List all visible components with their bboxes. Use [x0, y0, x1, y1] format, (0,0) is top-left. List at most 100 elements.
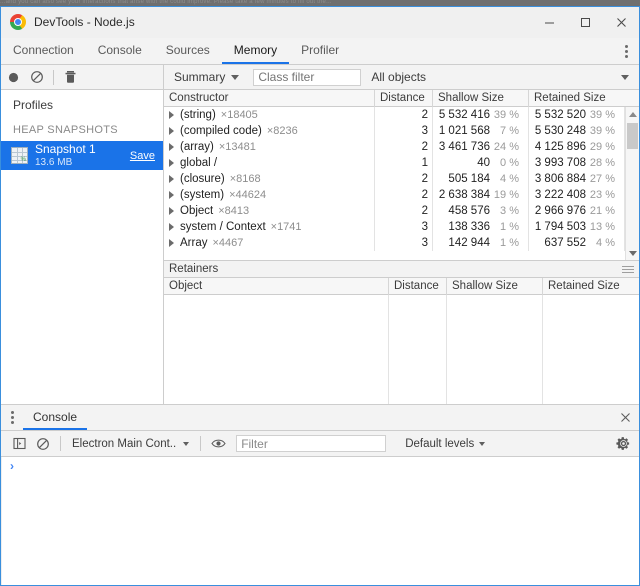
live-expression-button[interactable] [206, 432, 230, 456]
cell-distance: 3 [375, 235, 433, 251]
console-sidebar-toggle-button[interactable] [7, 432, 31, 456]
save-snapshot-link[interactable]: Save [130, 150, 155, 162]
console-filter-placeholder: Filter [241, 437, 268, 451]
cell-constructor[interactable]: system / Context×1741 [164, 219, 375, 235]
clear-button[interactable] [25, 65, 49, 89]
table-row[interactable]: (string)×1840525 532 41639 %5 532 52039 … [164, 107, 625, 123]
more-options-button[interactable] [613, 38, 639, 64]
table-row[interactable]: system / Context×17413138 3361 %1 794 50… [164, 219, 625, 235]
constructors-header-row: Constructor Distance Shallow Size Retain… [164, 90, 639, 107]
console-context-select[interactable]: Electron Main Cont.. [66, 434, 195, 453]
cell-constructor[interactable]: (string)×18405 [164, 107, 375, 123]
cell-constructor[interactable]: (system)×44624 [164, 187, 375, 203]
console-levels-select[interactable]: Default levels [400, 434, 490, 453]
tab-connection[interactable]: Connection [1, 38, 86, 64]
expand-triangle-icon[interactable] [169, 223, 174, 231]
tab-profiler[interactable]: Profiler [289, 38, 351, 64]
minimize-button[interactable] [531, 7, 567, 37]
snapshot-list-item[interactable]: % Snapshot 1 13.6 MB Save [1, 141, 163, 170]
column-header-constructor[interactable]: Constructor [164, 90, 375, 107]
column-header-retained-size[interactable]: Retained Size [529, 90, 625, 107]
shallow-percent: 1 % [490, 221, 524, 233]
table-row[interactable]: Object×84132458 5763 %2 966 97621 % [164, 203, 625, 219]
shallow-value: 505 184 [448, 173, 490, 185]
scroll-down-button[interactable] [626, 246, 640, 260]
tab-label: Memory [234, 43, 277, 57]
constructors-scrollbar[interactable] [625, 107, 639, 260]
constructor-name: Object [180, 205, 213, 217]
close-button[interactable] [603, 7, 639, 37]
drawer-more-options-button[interactable] [1, 405, 23, 430]
console-output[interactable]: › [1, 457, 639, 585]
column-header-retained-size[interactable]: Retained Size [543, 278, 639, 295]
expand-triangle-icon[interactable] [169, 111, 174, 119]
cell-shallow-size: 142 9441 % [433, 235, 529, 251]
tab-console[interactable]: Console [86, 38, 154, 64]
column-header-shallow-size[interactable]: Shallow Size [447, 278, 543, 295]
maximize-button[interactable] [567, 7, 603, 37]
console-context-value: Electron Main Cont.. [72, 438, 176, 450]
tab-sources[interactable]: Sources [154, 38, 222, 64]
constructor-name: (array) [180, 141, 214, 153]
cell-distance: 3 [375, 123, 433, 139]
console-settings-button[interactable] [612, 436, 634, 451]
window-title: DevTools - Node.js [34, 15, 135, 29]
constructor-name: (closure) [180, 173, 225, 185]
table-row[interactable]: (array)×1348123 461 73624 %4 125 89629 % [164, 139, 625, 155]
expand-triangle-icon[interactable] [169, 175, 174, 183]
constructors-rows-viewport: (string)×1840525 532 41639 %5 532 52039 … [164, 107, 639, 260]
drawer-close-button[interactable] [611, 405, 639, 430]
more-options-icon [625, 45, 628, 58]
console-clear-button[interactable] [31, 432, 55, 456]
cell-constructor[interactable]: (array) ×13481 [164, 139, 375, 155]
table-row[interactable]: global /1400 %3 993 70828 % [164, 155, 625, 171]
record-button[interactable] [1, 65, 25, 89]
profiles-sidebar: Profiles HEAP SNAPSHOTS % Snapshot 1 13.… [1, 90, 164, 404]
shallow-percent: 4 % [490, 173, 524, 185]
table-row[interactable]: (system)×4462422 638 38419 %3 222 40823 … [164, 187, 625, 203]
cell-constructor[interactable]: Object×8413 [164, 203, 375, 219]
expand-triangle-icon[interactable] [169, 159, 174, 167]
retained-value: 4 125 896 [535, 141, 586, 153]
table-row[interactable]: Array×44673142 9441 %637 5524 % [164, 235, 625, 251]
retainers-grid: Object Distance Shallow Size Retained Si… [164, 278, 639, 404]
constructor-count: ×4467 [212, 237, 243, 249]
view-select[interactable]: Summary [168, 68, 245, 87]
retained-percent: 4 % [586, 237, 620, 249]
scroll-up-button[interactable] [626, 107, 640, 121]
column-header-object[interactable]: Object [164, 278, 389, 295]
column-header-shallow-size[interactable]: Shallow Size [433, 90, 529, 107]
tab-memory[interactable]: Memory [222, 38, 289, 64]
column-header-distance[interactable]: Distance [389, 278, 447, 295]
delete-snapshot-button[interactable] [58, 65, 82, 89]
console-filter-input[interactable]: Filter [236, 435, 386, 452]
cell-constructor[interactable]: (compiled code)×8236 [164, 123, 375, 139]
retained-value: 5 532 520 [535, 109, 586, 121]
expand-triangle-icon[interactable] [169, 143, 174, 151]
cell-constructor[interactable]: global / [164, 155, 375, 171]
distance-value: 3 [422, 237, 428, 249]
class-filter-input[interactable]: Class filter [253, 69, 361, 86]
scrollbar-thumb[interactable] [627, 123, 638, 149]
expand-triangle-icon[interactable] [169, 191, 174, 199]
expand-triangle-icon[interactable] [169, 207, 174, 215]
retainers-rows [164, 295, 639, 404]
cell-constructor[interactable]: Array×4467 [164, 235, 375, 251]
expand-triangle-icon[interactable] [169, 239, 174, 247]
drawer-tab-console[interactable]: Console [23, 405, 87, 430]
expand-triangle-icon[interactable] [169, 127, 174, 135]
tab-label: Sources [166, 43, 210, 57]
column-header-distance[interactable]: Distance [375, 90, 433, 107]
grids-pane: Constructor Distance Shallow Size Retain… [164, 90, 639, 404]
console-prompt-row[interactable]: › [1, 457, 639, 475]
objects-select[interactable]: All objects [367, 68, 639, 87]
cell-constructor[interactable]: (closure)×8168 [164, 171, 375, 187]
constructor-count: ×13481 [219, 141, 256, 153]
constructor-name: global / [180, 157, 217, 169]
console-levels-value: Default levels [405, 438, 474, 450]
table-row[interactable]: (compiled code)×823631 021 5687 %5 530 2… [164, 123, 625, 139]
table-row[interactable]: (closure)×81682505 1844 %3 806 88427 % [164, 171, 625, 187]
scrollbar-track[interactable] [626, 121, 640, 246]
scroll-down-icon [629, 251, 637, 256]
retainers-splitter[interactable]: Retainers [164, 260, 639, 278]
